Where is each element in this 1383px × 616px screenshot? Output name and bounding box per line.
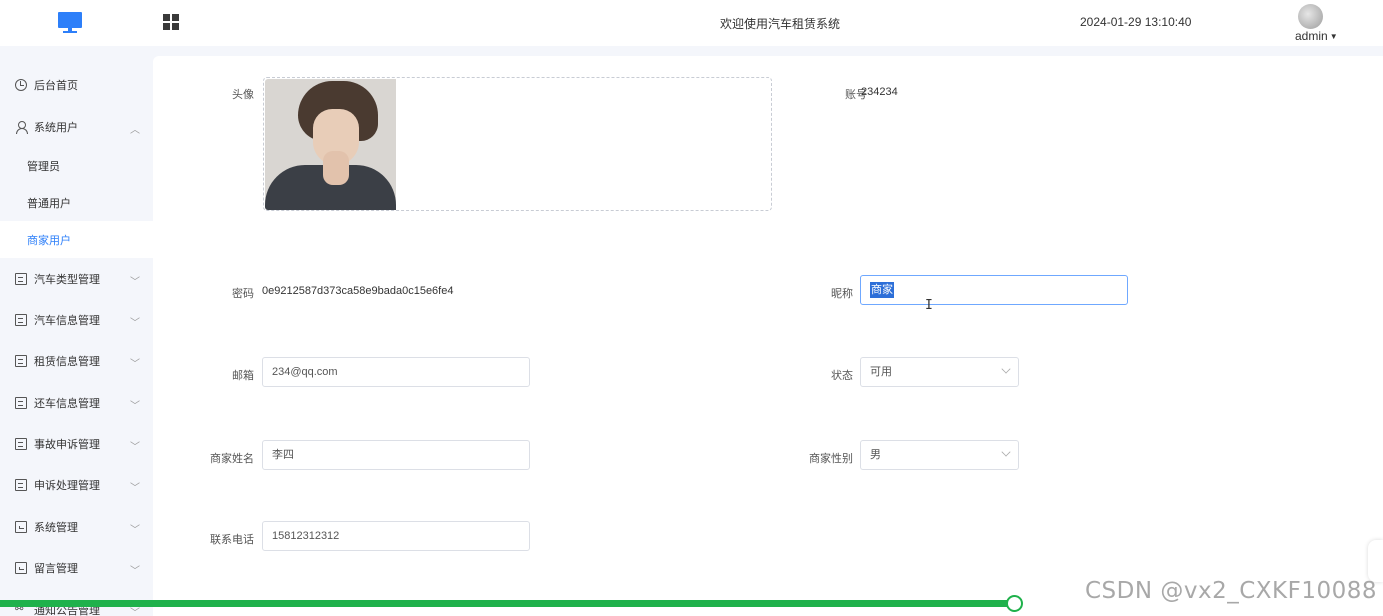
merchant-name-input[interactable]: 李四 — [262, 440, 530, 470]
avatar-label: 头像 — [232, 89, 254, 101]
sidebar-item-car-type[interactable]: 汽车类型管理 ﹀ — [0, 259, 153, 299]
chevron-down-icon: ﹀ — [130, 277, 140, 288]
sidebar-item-label: 还车信息管理 — [34, 398, 100, 410]
merchant-gender-select[interactable]: 男 — [860, 440, 1019, 470]
monitor-icon — [58, 12, 82, 34]
chevron-down-icon: ﹀ — [130, 483, 140, 494]
video-progress-fill — [0, 600, 1014, 607]
chevron-down-icon: ﹀ — [130, 359, 140, 370]
email-input[interactable]: 234@qq.com — [262, 357, 530, 387]
avatar-upload[interactable] — [263, 77, 772, 211]
status-select[interactable]: 可用 — [860, 357, 1019, 387]
phone-input[interactable]: 15812312312 — [262, 521, 530, 551]
sidebar-item-accident-appeal[interactable]: 事故申诉管理 ﹀ — [0, 424, 153, 464]
nickname-selected-text: 商家 — [870, 282, 894, 298]
box-icon — [15, 355, 27, 367]
status-select-value: 可用 — [870, 366, 892, 378]
header-datetime: 2024-01-29 13:10:40 — [1080, 15, 1192, 29]
app-title: 欢迎使用汽车租赁系统 — [719, 17, 840, 31]
chevron-down-icon: ﹀ — [130, 318, 140, 329]
sidebar-item-return-info[interactable]: 还车信息管理 ﹀ — [0, 383, 153, 423]
user-avatar[interactable] — [1298, 4, 1323, 29]
sidebar-item-label: 汽车信息管理 — [34, 315, 100, 327]
sidebar-item-label: 后台首页 — [34, 80, 78, 92]
chevron-down-icon — [1001, 364, 1011, 374]
account-label: 账号 — [845, 89, 867, 101]
folder-icon — [15, 521, 27, 533]
sidebar-item-label: 系统管理 — [34, 522, 78, 534]
sidebar-item-rental-info[interactable]: 租赁信息管理 ﹀ — [0, 341, 153, 381]
chevron-down-icon: ﹀ — [130, 525, 140, 536]
box-icon — [15, 479, 27, 491]
box-icon — [15, 397, 27, 409]
chevron-up-icon: ︿ — [130, 125, 140, 136]
folder-icon — [15, 562, 27, 574]
phone-label: 联系电话 — [210, 534, 254, 546]
sidebar: 后台首页 系统用户 ︿ 管理员 普通用户 商家用户 汽车类型管理 ﹀ 汽车信息管… — [0, 56, 153, 616]
username-label: admin — [1295, 29, 1328, 43]
box-icon — [15, 273, 27, 285]
chevron-down-icon — [1001, 447, 1011, 457]
merchant-gender-label: 商家性别 — [809, 453, 853, 465]
chevron-down-icon: ﹀ — [130, 442, 140, 453]
sidebar-item-label: 系统用户 — [34, 122, 78, 134]
sidebar-item-system-management[interactable]: 系统管理 ﹀ — [0, 507, 153, 547]
text-cursor-icon: I — [925, 298, 933, 313]
box-icon — [15, 314, 27, 326]
sidebar-item-label: 申诉处理管理 — [34, 480, 100, 492]
email-label: 邮箱 — [232, 370, 254, 382]
user-menu[interactable]: admin ▼ — [1295, 29, 1338, 43]
sidebar-item-home[interactable]: 后台首页 — [0, 65, 153, 105]
password-label: 密码 — [232, 288, 254, 300]
sidebar-item-label: 租赁信息管理 — [34, 356, 100, 368]
merchant-name-label: 商家姓名 — [210, 453, 254, 465]
floating-help-button[interactable] — [1368, 540, 1383, 582]
status-label: 状态 — [831, 370, 853, 382]
sidebar-item-system-users[interactable]: 系统用户 ︿ — [0, 107, 153, 147]
password-value: 0e9212587d373ca58e9bada0c15e6fe4 — [262, 285, 454, 297]
sidebar-item-car-info[interactable]: 汽车信息管理 ﹀ — [0, 300, 153, 340]
top-header: 欢迎使用汽车租赁系统 2024-01-29 13:10:40 admin ▼ — [0, 0, 1383, 46]
sidebar-subitem-merchant-users[interactable]: 商家用户 — [0, 221, 153, 258]
clock-icon — [15, 79, 27, 91]
nickname-input[interactable]: 商家 — [860, 275, 1128, 305]
sidebar-item-label: 汽车类型管理 — [34, 274, 100, 286]
caret-down-icon: ▼ — [1329, 32, 1338, 41]
gender-select-value: 男 — [870, 449, 881, 461]
video-progress-handle[interactable] — [1006, 595, 1023, 612]
chevron-down-icon: ﹀ — [130, 566, 140, 577]
chevron-down-icon: ﹀ — [130, 401, 140, 412]
grid-menu-icon[interactable] — [163, 14, 179, 30]
sidebar-item-label: 事故申诉管理 — [34, 439, 100, 451]
nickname-label: 昵称 — [831, 288, 853, 300]
sidebar-item-messages[interactable]: 留言管理 ﹀ — [0, 548, 153, 588]
sidebar-subitem-admin[interactable]: 管理员 — [0, 147, 153, 184]
watermark-text: CSDN @vx2_CXKF10088 — [1085, 578, 1378, 604]
account-value: 234234 — [861, 86, 898, 98]
user-icon — [15, 121, 28, 134]
box-icon — [15, 438, 27, 450]
sidebar-item-label: 留言管理 — [34, 563, 78, 575]
sidebar-item-appeal-handling[interactable]: 申诉处理管理 ﹀ — [0, 465, 153, 505]
avatar-image — [265, 79, 396, 210]
sidebar-subitem-normal-users[interactable]: 普通用户 — [0, 184, 153, 221]
